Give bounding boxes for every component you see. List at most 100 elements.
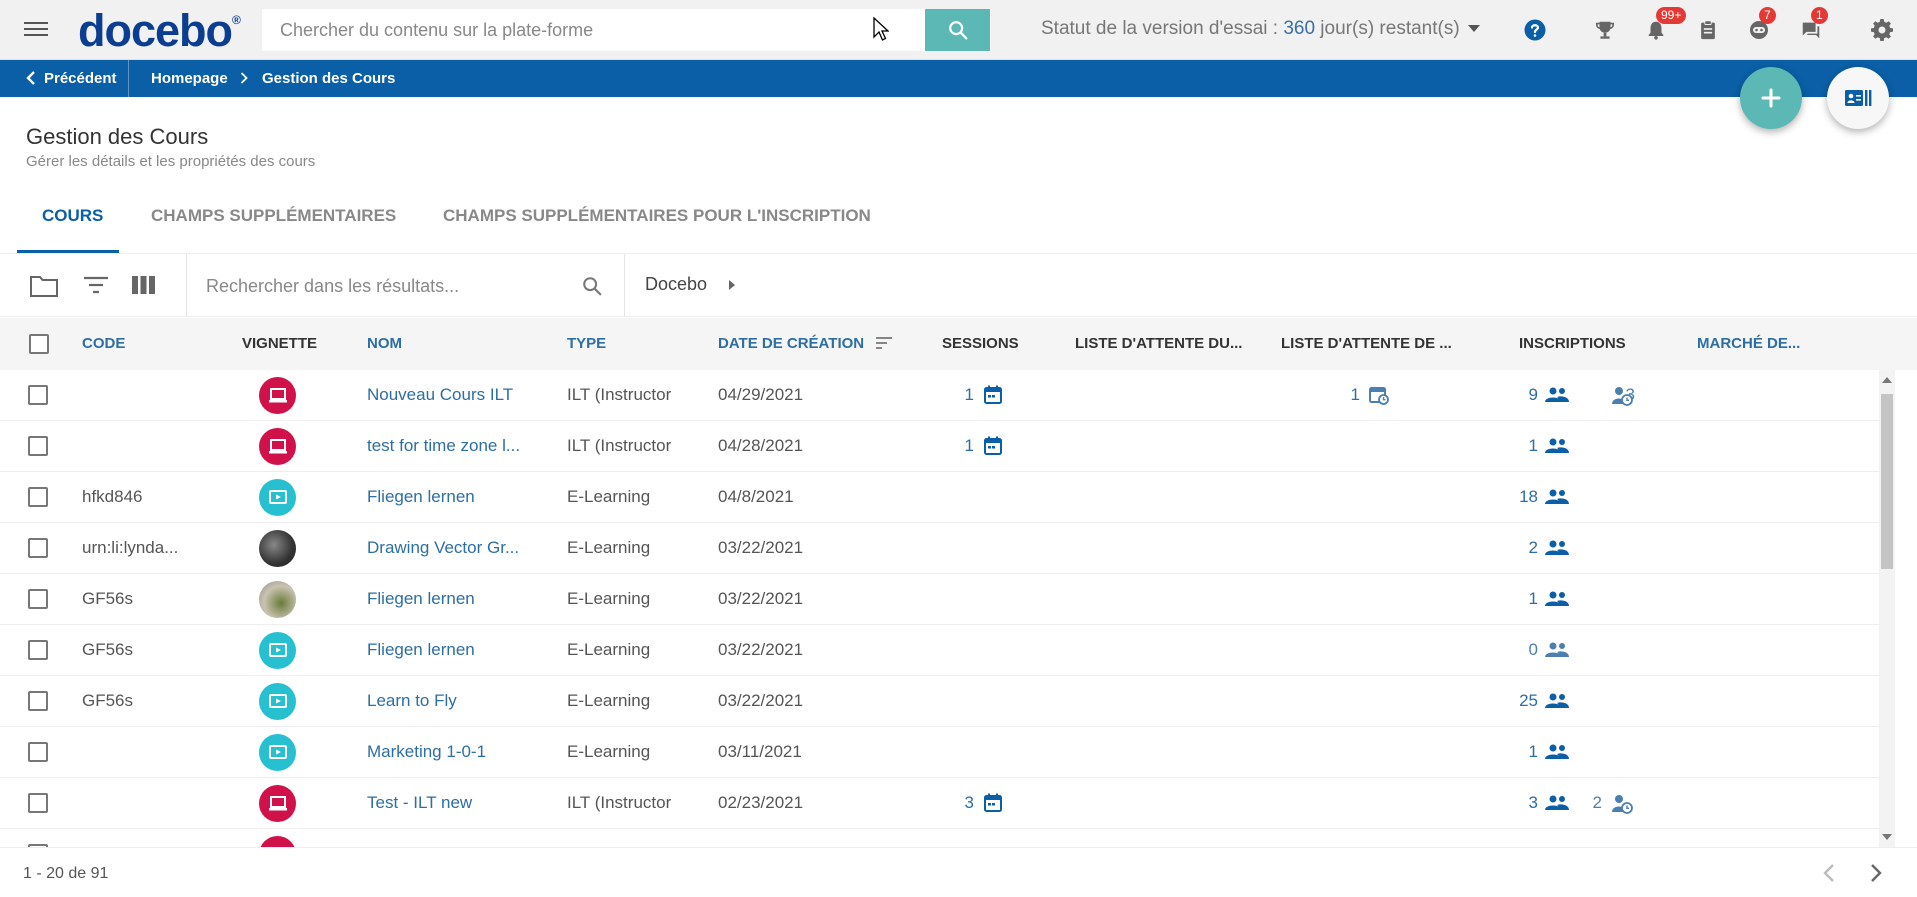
waitlist-count-link[interactable]: 1 — [1351, 385, 1360, 405]
table-row[interactable]: urn:li:lynda... Drawing Vector Gr... E-L… — [0, 523, 1880, 574]
course-created-date: 03/22/2021 — [718, 589, 804, 608]
previous-page-button[interactable] — [1816, 860, 1842, 886]
menu-icon[interactable] — [24, 18, 48, 40]
global-search-input[interactable] — [262, 9, 922, 51]
course-name-link[interactable]: Nouveau Cours ILT — [367, 385, 513, 405]
course-image-thumbnail — [259, 530, 296, 567]
course-name-link[interactable]: test for time zone l... — [367, 436, 520, 456]
play-screen-icon — [268, 489, 287, 504]
row-checkbox[interactable] — [28, 436, 48, 456]
columns-icon[interactable] — [131, 275, 156, 295]
tasks-button[interactable] — [1694, 16, 1722, 44]
course-name-link[interactable]: Learn to Fly — [367, 691, 457, 711]
pending-count-link[interactable]: 2 — [1593, 793, 1602, 813]
course-name-link[interactable]: Fliegen lernen — [367, 640, 475, 660]
table-row[interactable]: GF56s Learn to Fly E-Learning 03/22/2021… — [0, 676, 1880, 727]
course-image-thumbnail — [259, 581, 296, 618]
classroom-icon — [268, 795, 287, 810]
table-row[interactable]: GF56s Fliegen lernen E-Learning 03/22/20… — [0, 574, 1880, 625]
table-row[interactable]: test for time zone l... ILT (Instructor … — [0, 421, 1880, 472]
logo[interactable]: docebo® — [78, 5, 241, 57]
column-header-nom[interactable]: NOM — [367, 335, 402, 352]
column-header-vignette: VIGNETTE — [242, 335, 318, 352]
sessions-count-link[interactable]: 1 — [965, 385, 974, 405]
add-course-button[interactable] — [1740, 67, 1802, 129]
row-checkbox[interactable] — [28, 385, 48, 405]
row-checkbox[interactable] — [28, 640, 48, 660]
chevron-left-icon — [1823, 864, 1834, 882]
course-code: GF56s — [82, 640, 134, 659]
inscriptions-count-link[interactable]: 1 — [1529, 589, 1538, 609]
logo-text: docebo — [78, 5, 233, 56]
row-checkbox[interactable] — [28, 487, 48, 507]
inscriptions-count-link[interactable]: 9 — [1529, 385, 1538, 405]
help-button[interactable] — [1521, 16, 1549, 44]
help-icon — [1524, 19, 1546, 41]
notifications-button[interactable]: 99+ — [1642, 7, 1687, 44]
course-name-link[interactable]: Fliegen lernen — [367, 589, 475, 609]
course-name-link[interactable]: Marketing 1-0-1 — [367, 742, 486, 762]
play-screen-icon — [268, 642, 287, 657]
course-name-link[interactable]: Drawing Vector Gr... — [367, 538, 519, 558]
inscriptions-count-link[interactable]: 1 — [1529, 436, 1538, 456]
catalog-view-button[interactable] — [1827, 67, 1889, 129]
course-created-date: 03/22/2021 — [718, 691, 804, 710]
back-button[interactable]: Précédent — [26, 60, 117, 97]
mouse-cursor-icon — [873, 17, 889, 41]
assistant-button[interactable]: 7 — [1745, 7, 1776, 44]
filter-icon[interactable] — [83, 275, 109, 295]
inscriptions-count-link[interactable]: 1 — [1529, 742, 1538, 762]
row-checkbox[interactable] — [28, 742, 48, 762]
course-code: urn:li:lynda... — [82, 538, 179, 557]
scroll-down-icon[interactable] — [1882, 834, 1892, 841]
inscriptions-count-link[interactable]: 18 — [1519, 487, 1538, 507]
table-row[interactable]: hfkd846 Fliegen lernen E-Learning 04/8/2… — [0, 472, 1880, 523]
table-row[interactable]: Test - ILT new ILT (Instructor 02/23/202… — [0, 778, 1880, 829]
next-page-button[interactable] — [1863, 860, 1889, 886]
trial-status-dropdown[interactable]: Statut de la version d'essai : 360 jour(… — [1041, 18, 1480, 40]
column-header-type[interactable]: TYPE — [567, 335, 606, 352]
table-row[interactable]: GF56s Fliegen lernen E-Learning 03/22/20… — [0, 625, 1880, 676]
tab-cours[interactable]: COURS — [42, 206, 103, 226]
chat-button[interactable]: 1 — [1797, 7, 1828, 44]
tab-champs-inscription[interactable]: CHAMPS SUPPLÉMENTAIRES POUR L'INSCRIPTIO… — [443, 206, 871, 226]
table-scrollbar[interactable] — [1879, 370, 1895, 847]
calendar-icon — [984, 436, 1002, 455]
column-header-date[interactable]: DATE DE CRÉATION — [718, 335, 893, 352]
column-header-marche[interactable]: MARCHÉ DE... — [1697, 335, 1800, 352]
folder-breadcrumb-docebo[interactable]: Docebo — [645, 274, 736, 295]
scrollbar-thumb[interactable] — [1881, 394, 1893, 569]
column-header-code[interactable]: CODE — [82, 335, 125, 352]
course-created-date: 03/22/2021 — [718, 640, 804, 659]
inscriptions-count-link[interactable]: 25 — [1519, 691, 1538, 711]
gamification-button[interactable] — [1591, 16, 1619, 44]
global-search-button[interactable] — [925, 9, 990, 51]
row-checkbox[interactable] — [28, 538, 48, 558]
results-search-input[interactable] — [206, 272, 566, 300]
folder-icon[interactable] — [29, 273, 59, 298]
search-icon — [948, 21, 967, 40]
table-row[interactable]: Nouveau Cours ILT ILT (Instructor 04/29/… — [0, 370, 1880, 421]
table-row[interactable]: Marketing 1-0-1 E-Learning 03/11/2021 1 — [0, 727, 1880, 778]
scroll-up-icon[interactable] — [1882, 376, 1892, 383]
table-row[interactable] — [0, 829, 1880, 847]
inscriptions-count-link[interactable]: 0 — [1529, 640, 1538, 660]
breadcrumb-homepage[interactable]: Homepage — [151, 60, 228, 97]
select-all-checkbox[interactable] — [29, 334, 49, 354]
course-name-link[interactable]: Test - ILT new — [367, 793, 472, 813]
row-checkbox[interactable] — [28, 793, 48, 813]
course-created-date: 04/28/2021 — [718, 436, 804, 455]
row-checkbox[interactable] — [28, 691, 48, 711]
sessions-count-link[interactable]: 3 — [965, 793, 974, 813]
sessions-count-link[interactable]: 1 — [965, 436, 974, 456]
tab-champs-supplementaires[interactable]: CHAMPS SUPPLÉMENTAIRES — [151, 206, 396, 226]
search-icon[interactable] — [581, 275, 603, 297]
inscriptions-count-link[interactable]: 2 — [1529, 538, 1538, 558]
trophy-icon — [1595, 21, 1615, 39]
inscriptions-count-link[interactable]: 3 — [1529, 793, 1538, 813]
settings-button[interactable] — [1868, 16, 1896, 44]
elearning-thumbnail — [259, 683, 296, 720]
row-checkbox[interactable] — [28, 589, 48, 609]
course-name-link[interactable]: Fliegen lernen — [367, 487, 475, 507]
calendar-icon — [984, 793, 1002, 812]
